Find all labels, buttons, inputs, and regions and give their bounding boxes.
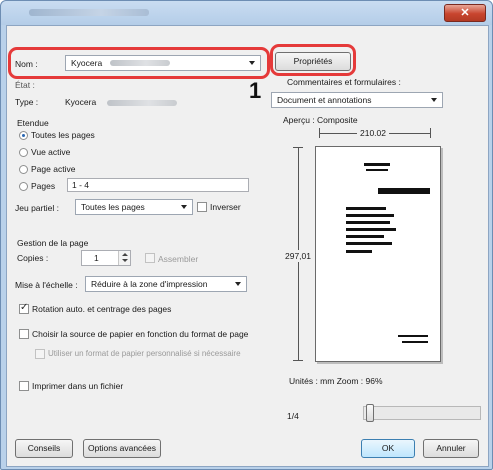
- ok-button[interactable]: OK: [361, 439, 415, 458]
- preview-text-line: [346, 228, 396, 231]
- cancel-button[interactable]: Annuler: [423, 439, 479, 458]
- radio-pages-label: Pages: [31, 181, 56, 191]
- chevron-up-icon[interactable]: [122, 253, 128, 256]
- preview-text-line: [402, 341, 428, 343]
- highlight-properties-button: [270, 44, 356, 76]
- printer-status-label: État :: [15, 80, 35, 90]
- radio-current-page[interactable]: [19, 165, 28, 174]
- collate-label: Assembler: [158, 254, 199, 264]
- radio-current-view-label: Vue active: [31, 147, 71, 157]
- autorotate-checkbox[interactable]: [19, 302, 29, 314]
- scaling-value: Réduire à la zone d'impression: [91, 279, 208, 289]
- preview-text-line: [346, 242, 392, 245]
- scaling-select[interactable]: Réduire à la zone d'impression: [85, 276, 247, 292]
- preview-units-zoom: Unités : mm Zoom : 96%: [289, 376, 383, 386]
- copies-stepper[interactable]: [118, 251, 130, 265]
- pages-range-input[interactable]: 1 - 4: [67, 178, 249, 192]
- subset-select[interactable]: Toutes les pages: [75, 199, 193, 215]
- chevron-down-icon: [181, 205, 187, 209]
- ruler-tick-left: [319, 128, 320, 138]
- close-icon[interactable]: ✕: [444, 4, 486, 22]
- preview-height-value: 297,01: [285, 250, 311, 262]
- printer-type-obscured: [107, 100, 177, 106]
- ruler-tick-top: [293, 147, 303, 148]
- preview-text-line: [346, 250, 372, 253]
- page-preview: [315, 146, 441, 362]
- paper-source-label: Choisir la source de papier en fonction …: [32, 329, 249, 339]
- preview-text-line: [346, 207, 386, 210]
- print-to-file-checkbox[interactable]: [19, 381, 29, 391]
- preview-text-line: [366, 169, 388, 171]
- paper-source-checkbox[interactable]: [19, 329, 29, 339]
- scaling-label: Mise à l'échelle :: [15, 280, 78, 290]
- printer-type-label: Type :: [15, 97, 39, 107]
- autorotate-label: Rotation auto. et centrage des pages: [32, 304, 172, 314]
- tips-button[interactable]: Conseils: [15, 439, 73, 458]
- radio-all-pages[interactable]: [19, 131, 28, 140]
- subset-label: Jeu partiel :: [15, 203, 59, 213]
- ruler-tick-bottom: [293, 360, 303, 361]
- preview-text-line: [346, 221, 390, 224]
- printer-type-value: Kyocera: [65, 97, 97, 107]
- subset-value: Toutes les pages: [81, 202, 145, 212]
- radio-pages[interactable]: [19, 182, 28, 191]
- copies-value: 1: [94, 253, 99, 263]
- copies-input[interactable]: 1: [81, 250, 131, 266]
- callout-number: 1: [249, 78, 262, 103]
- comments-value: Document et annotations: [277, 95, 372, 105]
- page-counter: 1/4: [287, 411, 299, 421]
- print-dialog-window: ✕ Nom : Kyocera Propriétés 1 État : Type…: [0, 0, 493, 470]
- page-slider-track[interactable]: [363, 404, 481, 422]
- copies-label: Copies :: [17, 253, 49, 263]
- pages-range-value: 1 - 4: [72, 180, 90, 190]
- print-to-file-label: Imprimer dans un fichier: [32, 381, 124, 391]
- preview-text-line: [364, 163, 390, 166]
- custom-paper-checkbox[interactable]: [35, 349, 45, 359]
- radio-all-pages-label: Toutes les pages: [31, 130, 95, 140]
- preview-text-line: [346, 214, 394, 217]
- page-slider-thumb[interactable]: [366, 404, 374, 422]
- chevron-down-icon: [235, 282, 241, 286]
- ruler-tick-right: [430, 128, 431, 138]
- collate-checkbox[interactable]: [145, 253, 155, 263]
- highlight-printer-select: [8, 47, 270, 79]
- preview-heading-block: [378, 188, 430, 194]
- radio-current-page-label: Page active: [31, 164, 76, 174]
- handling-title: Gestion de la page: [17, 238, 89, 248]
- preview-text-line: [346, 235, 384, 238]
- chevron-down-icon[interactable]: [122, 259, 128, 262]
- advanced-options-button[interactable]: Options avancées: [83, 439, 161, 458]
- reverse-label: Inverser: [210, 202, 241, 212]
- comments-label: Commentaires et formulaires :: [287, 77, 401, 87]
- custom-paper-label: Utiliser un format de papier personnalis…: [48, 349, 241, 358]
- comments-select[interactable]: Document et annotations: [271, 92, 443, 108]
- window-title-obscured: [29, 9, 149, 16]
- preview-title: Aperçu : Composite: [283, 115, 358, 125]
- chevron-down-icon: [431, 98, 437, 102]
- title-bar: ✕: [1, 1, 492, 25]
- range-title: Etendue: [17, 118, 49, 128]
- dialog-client-area: Nom : Kyocera Propriétés 1 État : Type :…: [6, 25, 489, 467]
- preview-text-line: [398, 335, 428, 337]
- radio-current-view[interactable]: [19, 148, 28, 157]
- reverse-checkbox[interactable]: [197, 202, 207, 212]
- preview-width-value: 210.02: [357, 128, 389, 138]
